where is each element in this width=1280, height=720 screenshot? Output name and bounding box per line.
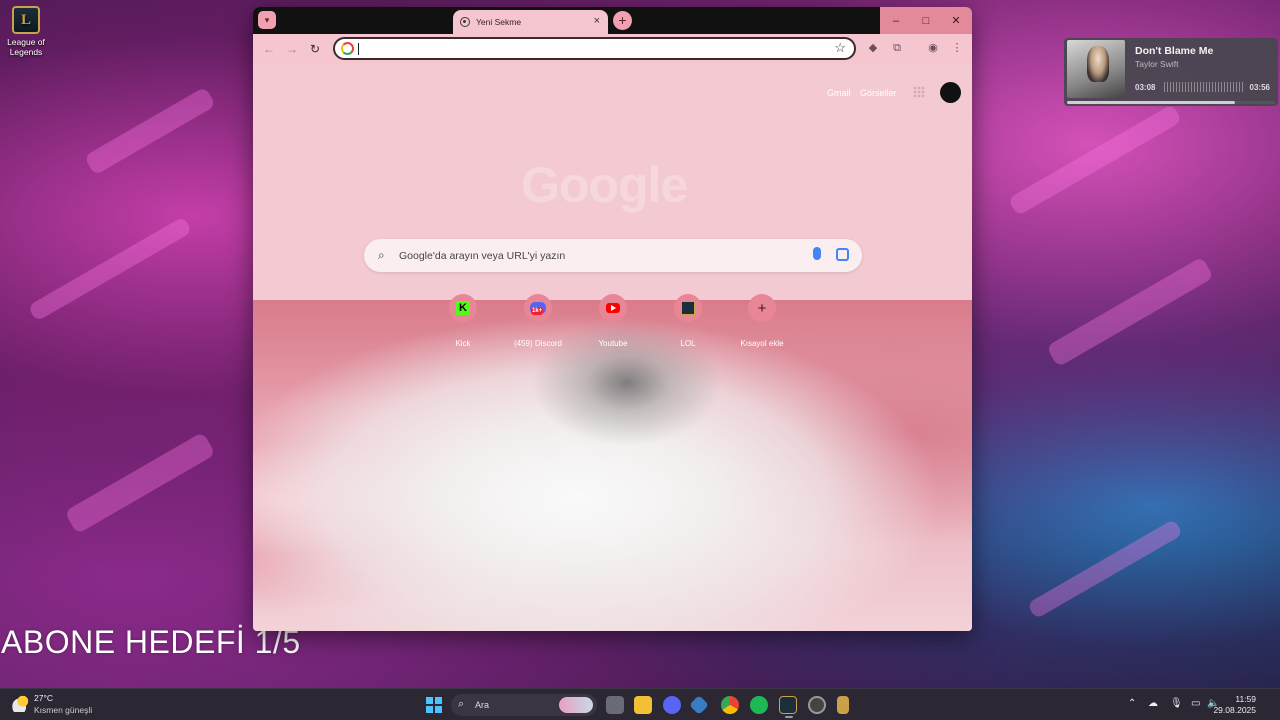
tab-title: Yeni Sekme — [476, 17, 522, 27]
google-lens-icon[interactable] — [836, 248, 849, 261]
back-button[interactable]: ← — [263, 42, 275, 56]
music-widget[interactable]: Don't Blame Me Taylor Swift 03:08 03:56 — [1064, 38, 1278, 106]
menu-kebab-icon[interactable]: ⋮ — [950, 41, 964, 55]
track-progress-fill — [1067, 101, 1236, 104]
desktop-icon-league-of-legends[interactable]: L League of Legends — [4, 6, 48, 57]
google-icon — [341, 42, 354, 55]
shortcut-circle — [599, 294, 627, 322]
album-cover — [1067, 40, 1125, 98]
microphone-icon[interactable] — [813, 247, 821, 260]
shortcut-circle — [674, 294, 702, 322]
shortcut-label: Kick — [455, 339, 471, 348]
shortcut-circle: K — [449, 294, 477, 322]
taskbar-search-label: Ara — [475, 700, 490, 710]
search-icon: ⌕ — [458, 698, 465, 710]
spotify-icon[interactable] — [750, 696, 768, 714]
tray-chevron-icon[interactable]: ⌃ — [1128, 698, 1136, 709]
new-tab-page: Gmail Görseller Google ⌕ Google'da arayı… — [253, 64, 972, 300]
start-button[interactable] — [426, 697, 442, 713]
shortcut-circle — [524, 294, 552, 322]
network-icon[interactable]: ▭ — [1191, 698, 1200, 709]
app-icon[interactable] — [808, 696, 826, 714]
maximize-button[interactable]: □ — [911, 7, 941, 34]
song-artist: Taylor Swift — [1135, 59, 1179, 69]
close-window-button[interactable]: ✕ — [941, 7, 971, 34]
date: 29.08.2025 — [1213, 705, 1256, 715]
elapsed-time: 03:08 — [1135, 83, 1156, 92]
avatar[interactable] — [940, 82, 961, 103]
reload-button[interactable]: ↻ — [310, 42, 320, 56]
league-client-icon[interactable] — [779, 696, 797, 718]
taskbar: 27°C Kısmen güneşli ⌕ Ara ⌃ ☁ 🎙 ▭ 🔈 11:5… — [0, 688, 1280, 720]
league-of-legends-icon: L — [12, 6, 40, 34]
gmail-link[interactable]: Gmail — [827, 88, 851, 98]
forward-button[interactable]: → — [286, 42, 298, 56]
waveform-visualizer — [1164, 82, 1244, 92]
wallpaper-streak — [64, 431, 216, 535]
address-bar[interactable]: ☆ — [333, 37, 856, 60]
wallpaper-streak — [83, 86, 217, 176]
chrome-app-icon[interactable] — [721, 696, 739, 714]
discord-icon — [530, 302, 546, 315]
shortcut-add[interactable]: + Kısayol ekle — [722, 294, 802, 348]
wallpaper-streak — [1026, 518, 1184, 620]
new-tab-button[interactable]: + — [613, 11, 632, 30]
background-photo — [253, 300, 972, 631]
tab-new-tab[interactable]: Yeni Sekme × — [453, 10, 608, 34]
extension-icon[interactable]: ◆ — [866, 41, 880, 55]
shortcut-lol[interactable]: LOL — [648, 294, 728, 348]
wallpaper-streak — [1007, 103, 1183, 217]
tab-search-button[interactable]: ▾ — [258, 11, 276, 29]
league-icon[interactable] — [837, 696, 849, 714]
track-progress-bar[interactable] — [1067, 101, 1275, 104]
chrome-icon — [460, 17, 470, 27]
shortcut-label: Kısayol ekle — [740, 339, 784, 348]
browser-window: ▾ Yeni Sekme × + – □ ✕ ← → ↻ ☆ ◆ ⧉ ◉ ⋮ G… — [253, 7, 972, 631]
microphone-icon[interactable]: 🎙 — [1170, 698, 1183, 709]
youtube-icon — [606, 303, 620, 313]
time: 11:59 — [1235, 694, 1256, 704]
shortcut-kick[interactable]: K Kick — [423, 294, 503, 348]
images-link[interactable]: Görseller — [860, 88, 897, 98]
ntp-search-box[interactable]: ⌕ Google'da arayın veya URL'yi yazın — [364, 239, 862, 272]
taskbar-search[interactable]: ⌕ Ara — [451, 694, 597, 716]
search-icon: ⌕ — [378, 248, 385, 262]
puzzle-extensions-icon[interactable]: ⧉ — [890, 41, 904, 55]
desktop-icon-label: League of Legends — [7, 37, 45, 57]
league-icon — [681, 301, 695, 315]
google-logo: Google — [521, 157, 688, 213]
profile-icon[interactable]: ◉ — [926, 41, 940, 55]
wallpaper-streak — [1046, 256, 1214, 368]
tab-close-button[interactable]: × — [594, 15, 600, 27]
shortcut-label: Youtube — [598, 339, 628, 348]
chevron-down-icon: ▾ — [264, 14, 270, 25]
shortcut-label: LOL — [680, 339, 696, 348]
discord-app-icon[interactable] — [663, 696, 681, 714]
search-highlight-art — [559, 697, 593, 713]
shortcut-label: (459) Discord — [513, 339, 562, 348]
apps-grid-icon[interactable] — [913, 86, 925, 98]
plus-icon: + — [757, 299, 767, 317]
file-explorer-icon[interactable] — [634, 696, 652, 714]
kick-icon: K — [456, 301, 470, 315]
bookmark-star-icon[interactable]: ☆ — [834, 40, 846, 56]
weather-temperature[interactable]: 27°C — [34, 693, 53, 703]
tab-strip: ▾ Yeni Sekme × + – □ ✕ — [253, 7, 972, 34]
search-placeholder: Google'da arayın veya URL'yi yazın — [399, 250, 566, 262]
minimize-button[interactable]: – — [881, 7, 911, 34]
track-duration: 03:56 — [1249, 83, 1270, 92]
task-view-icon[interactable] — [606, 696, 624, 714]
song-title: Don't Blame Me — [1135, 45, 1214, 57]
shortcut-circle: + — [748, 294, 776, 322]
weather-icon[interactable] — [12, 694, 30, 712]
shortcut-youtube[interactable]: Youtube — [573, 294, 653, 348]
clock[interactable]: 11:59 29.08.2025 — [1213, 694, 1256, 716]
browser-toolbar: ← → ↻ ☆ ◆ ⧉ ◉ ⋮ — [253, 34, 972, 64]
text-caret — [358, 43, 359, 55]
wallpaper-streak — [27, 216, 193, 322]
shortcut-discord[interactable]: (459) Discord — [498, 294, 578, 348]
weather-description[interactable]: Kısmen güneşli — [34, 705, 92, 715]
cloud-icon[interactable]: ☁ — [1148, 698, 1158, 709]
app-icon[interactable] — [689, 695, 709, 715]
